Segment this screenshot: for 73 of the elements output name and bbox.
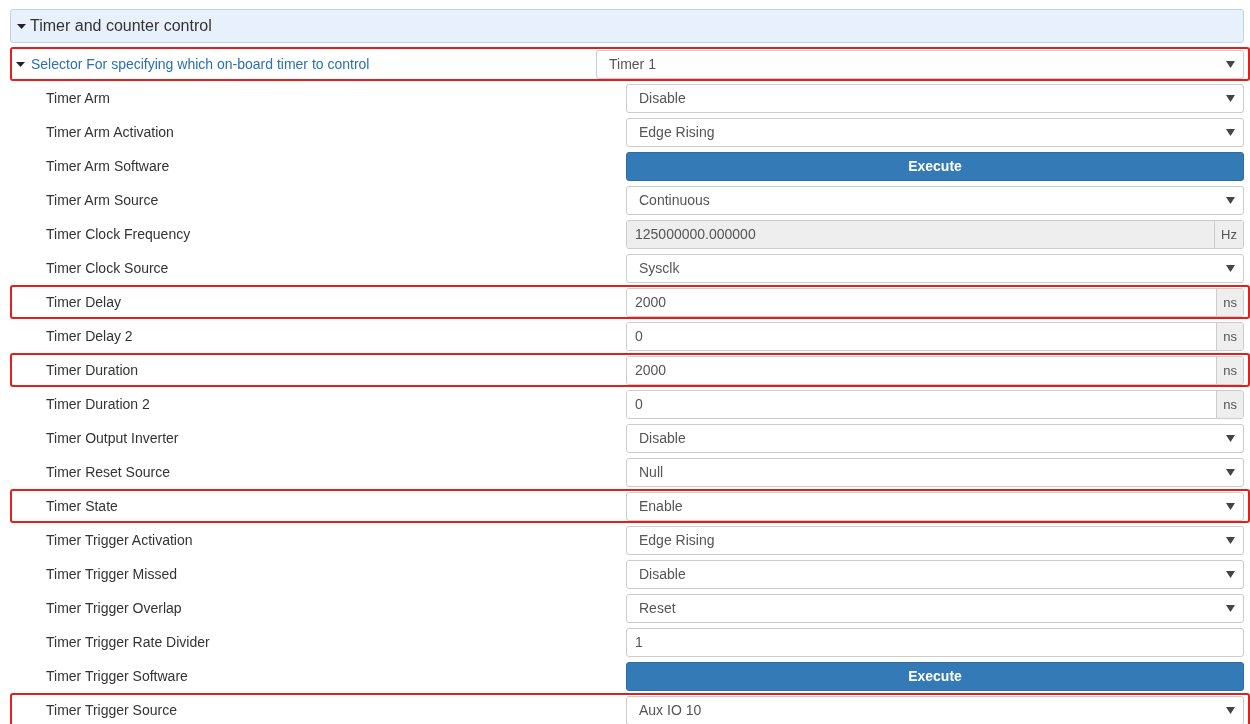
field-label: Timer Duration 2	[46, 396, 150, 412]
dropdown[interactable]: Reset	[626, 593, 1244, 623]
dropdown-value: Disable	[639, 566, 686, 582]
input-field[interactable]: 0 ns	[626, 389, 1244, 419]
field-label: Timer Output Inverter	[46, 430, 179, 446]
field-label: Timer Arm Source	[46, 192, 159, 208]
caret-down-icon[interactable]	[16, 59, 25, 69]
field-label: Timer Clock Source	[46, 260, 169, 276]
dropdown-arrow-icon[interactable]	[1226, 536, 1235, 544]
field-label: Timer Arm Software	[46, 158, 170, 174]
dropdown-arrow-icon[interactable]	[1226, 128, 1235, 136]
selector-label[interactable]: Selector For specifying which on-board timer to control	[31, 56, 370, 72]
field-label: Timer Arm Activation	[46, 124, 174, 140]
field-label: Timer Trigger Activation	[46, 532, 193, 548]
dropdown[interactable]: Disable	[626, 423, 1244, 453]
field-label: Timer Reset Source	[46, 464, 170, 480]
field-label: Timer Trigger Missed	[46, 566, 177, 582]
dropdown-value: Sysclk	[639, 260, 680, 276]
dropdown[interactable]: Edge Rising	[626, 525, 1244, 555]
field-label: Timer Clock Frequency	[46, 226, 191, 242]
panel-header[interactable]: Timer and counter control	[10, 9, 1244, 43]
dropdown-arrow-icon[interactable]	[1226, 706, 1235, 714]
dropdown-arrow-icon[interactable]	[1226, 60, 1235, 68]
dropdown-value: Disable	[639, 90, 686, 106]
panel-title: Timer and counter control	[30, 17, 212, 35]
dropdown[interactable]: Edge Rising	[626, 117, 1244, 147]
field-value: 125000000.000000	[627, 220, 1215, 248]
dropdown[interactable]: Timer 1	[596, 49, 1244, 79]
dropdown-arrow-icon[interactable]	[1226, 94, 1235, 102]
dropdown[interactable]: Disable	[626, 559, 1244, 589]
dropdown[interactable]: Continuous	[626, 185, 1244, 215]
dropdown-value: Timer 1	[609, 56, 656, 72]
dropdown-value: Edge Rising	[639, 532, 715, 548]
input-field[interactable]: 0 ns	[626, 321, 1244, 351]
dropdown-value: Enable	[639, 498, 683, 514]
field-label: Timer Delay	[46, 294, 121, 310]
field-label: Timer State	[46, 498, 118, 514]
field-label: Timer Arm	[46, 90, 111, 106]
dropdown[interactable]: Sysclk	[626, 253, 1244, 283]
dropdown-arrow-icon[interactable]	[1226, 434, 1235, 442]
dropdown-value: Continuous	[639, 192, 710, 208]
dropdown-value: Aux IO 10	[639, 702, 702, 718]
field-label: Timer Trigger Source	[46, 702, 177, 718]
unit-label: ns	[1216, 322, 1243, 350]
dropdown-value: Edge Rising	[639, 124, 715, 140]
field-label: Timer Trigger Rate Divider	[46, 634, 210, 650]
dropdown[interactable]: Aux IO 10	[626, 695, 1244, 724]
field-label: Timer Duration	[46, 362, 139, 378]
dropdown-value: Disable	[639, 430, 686, 446]
input-field[interactable]: 1	[626, 627, 1244, 657]
unit-label: ns	[1216, 356, 1243, 384]
input-field[interactable]: 2000 ns	[626, 355, 1244, 385]
dropdown-value: Null	[639, 464, 664, 480]
dropdown-value: Reset	[639, 600, 676, 616]
field-label: Timer Trigger Overlap	[46, 600, 182, 616]
execute-button[interactable]: Execute	[626, 151, 1244, 181]
dropdown[interactable]: Disable	[626, 83, 1244, 113]
dropdown-arrow-icon[interactable]	[1226, 604, 1235, 612]
dropdown-arrow-icon[interactable]	[1226, 502, 1235, 510]
dropdown[interactable]: Enable	[626, 491, 1244, 521]
dropdown-arrow-icon[interactable]	[1226, 196, 1235, 204]
unit-label: ns	[1216, 390, 1243, 418]
unit-label: ns	[1216, 288, 1243, 316]
input-field[interactable]: 2000 ns	[626, 287, 1244, 317]
caret-down-icon[interactable]	[17, 21, 26, 31]
dropdown-arrow-icon[interactable]	[1226, 468, 1235, 476]
dropdown-arrow-icon[interactable]	[1226, 570, 1235, 578]
dropdown-arrow-icon[interactable]	[1226, 264, 1235, 272]
dropdown[interactable]: Null	[626, 457, 1244, 487]
execute-button[interactable]: Execute	[626, 661, 1244, 691]
field-label: Timer Trigger Software	[46, 668, 188, 684]
unit-label: Hz	[1214, 220, 1243, 248]
field-label: Timer Delay 2	[46, 328, 133, 344]
